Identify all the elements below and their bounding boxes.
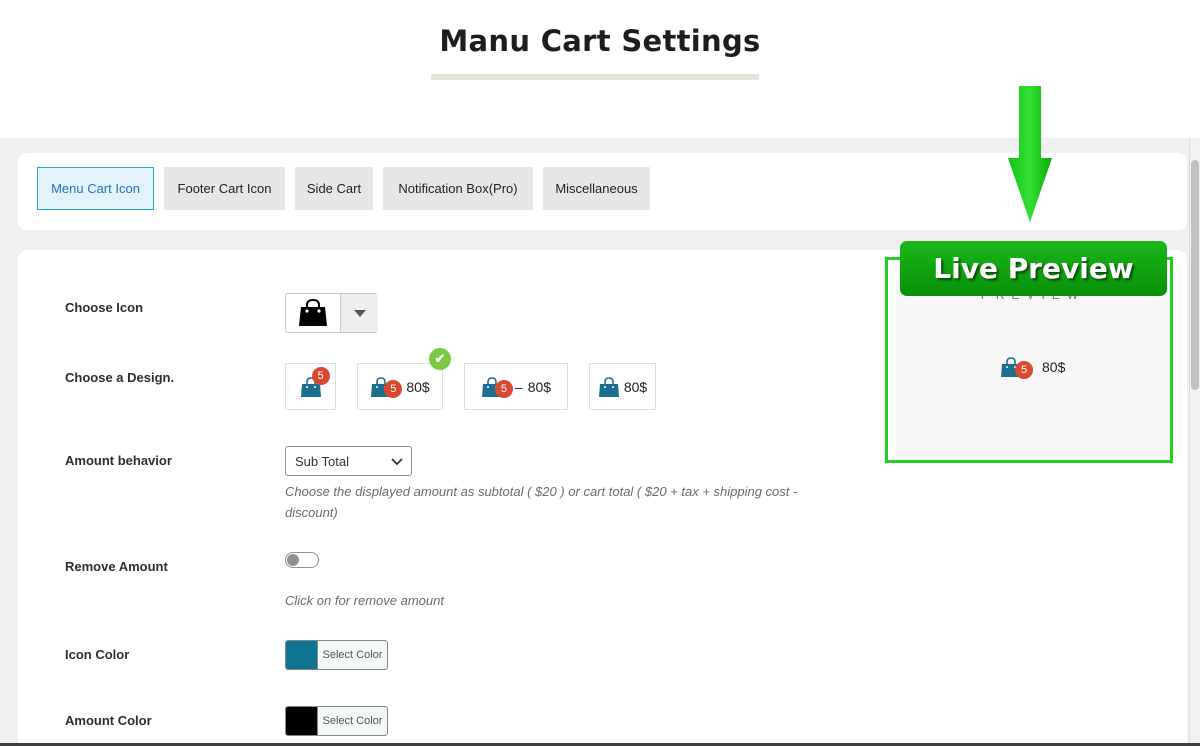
arrow-down-icon bbox=[1008, 86, 1052, 222]
preview-content: PREVIEW 5 80$ bbox=[896, 280, 1170, 460]
check-icon: ✔ bbox=[429, 348, 451, 370]
tab-miscellaneous[interactable]: Miscellaneous bbox=[543, 167, 650, 210]
cart-bag-icon: 5 bbox=[1000, 356, 1033, 379]
cart-amount: 80$ bbox=[527, 378, 552, 395]
page-title: Manu Cart Settings bbox=[439, 24, 761, 58]
toggle-knob bbox=[287, 554, 299, 566]
amount-separator: – bbox=[514, 378, 523, 395]
amount-behavior-value: Sub Total bbox=[295, 453, 349, 469]
cart-count-badge: 5 bbox=[311, 366, 330, 385]
amount-behavior-select[interactable]: Sub Total bbox=[285, 446, 412, 476]
preview-amount: 80$ bbox=[1042, 359, 1066, 375]
settings-card: Choose Icon Choose a Design. 5 5 80$ ✔ 5… bbox=[18, 250, 1187, 746]
remove-amount-help: Click on for remove amount bbox=[285, 593, 444, 608]
choose-icon-label: Choose Icon bbox=[65, 300, 144, 315]
design-option-1[interactable]: 5 bbox=[285, 363, 336, 410]
cart-amount: 80$ bbox=[406, 378, 430, 395]
cart-amount: 80$ bbox=[623, 378, 648, 395]
design-option-4[interactable]: 80$ bbox=[589, 363, 656, 410]
cart-bag-icon: 5 bbox=[481, 376, 513, 398]
amount-behavior-help: Choose the displayed amount as subtotal … bbox=[285, 484, 798, 520]
icon-color-picker[interactable]: Select Color bbox=[285, 640, 388, 670]
chevron-down-icon bbox=[391, 455, 403, 470]
cart-bag-icon bbox=[598, 376, 620, 398]
icon-color-swatch bbox=[286, 641, 317, 669]
amount-color-label: Amount Color bbox=[65, 713, 152, 728]
tab-side-cart[interactable]: Side Cart bbox=[295, 167, 373, 210]
design-option-3[interactable]: 5 – 80$ bbox=[464, 363, 568, 410]
select-color-button[interactable]: Select Color bbox=[317, 707, 387, 735]
tab-menu-cart-icon[interactable]: Menu Cart Icon bbox=[37, 167, 154, 210]
icon-color-label: Icon Color bbox=[65, 647, 130, 662]
title-underline bbox=[431, 74, 759, 80]
amount-behavior-label: Amount behavior bbox=[65, 453, 172, 468]
cart-bag-icon: 5 bbox=[370, 376, 403, 398]
amount-color-swatch bbox=[286, 707, 317, 735]
caret-down-icon[interactable] bbox=[340, 294, 378, 332]
tab-notification-box[interactable]: Notification Box(Pro) bbox=[383, 167, 533, 210]
scrollbar[interactable] bbox=[1189, 138, 1200, 746]
choose-design-label: Choose a Design. bbox=[65, 370, 175, 385]
shopping-bag-icon bbox=[286, 294, 340, 332]
amount-color-picker[interactable]: Select Color bbox=[285, 706, 388, 736]
cart-count-badge: 5 bbox=[384, 379, 403, 398]
icon-picker[interactable] bbox=[285, 293, 378, 333]
cart-bag-icon: 5 bbox=[300, 366, 330, 398]
design-option-2[interactable]: 5 80$ bbox=[357, 363, 443, 410]
select-color-button[interactable]: Select Color bbox=[317, 641, 387, 669]
preview-cart: 5 80$ bbox=[1000, 356, 1066, 379]
cart-count-badge: 5 bbox=[1015, 361, 1033, 379]
cart-count-badge: 5 bbox=[494, 379, 513, 398]
remove-amount-label: Remove Amount bbox=[65, 559, 168, 574]
live-preview-badge: Live Preview bbox=[900, 241, 1167, 296]
scrollbar-thumb[interactable] bbox=[1191, 160, 1199, 390]
remove-amount-toggle[interactable] bbox=[285, 552, 319, 568]
tab-footer-cart-icon[interactable]: Footer Cart Icon bbox=[164, 167, 285, 210]
